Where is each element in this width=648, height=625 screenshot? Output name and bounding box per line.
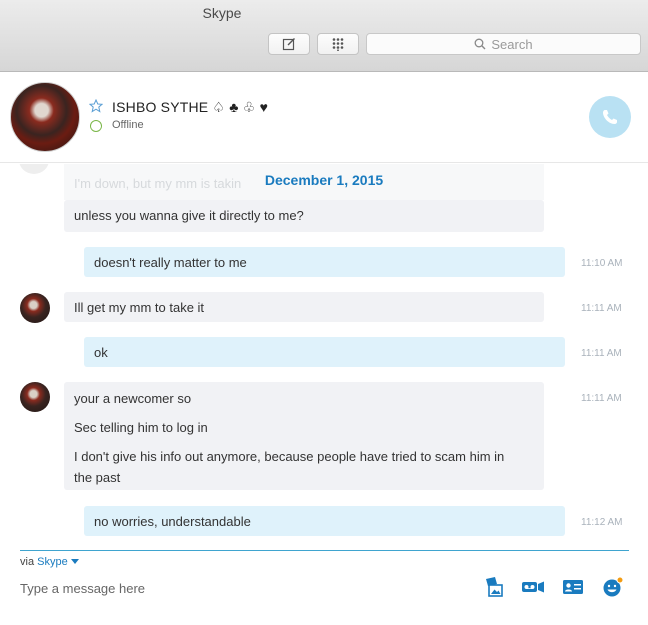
- window-title: Skype: [202, 5, 242, 21]
- message-text: no worries, understandable: [94, 514, 251, 529]
- status-indicator: [90, 120, 102, 132]
- contact-card-icon: [563, 580, 583, 594]
- new-conversation-button[interactable]: [268, 33, 310, 55]
- message-bubble-incoming[interactable]: Ill get my mm to take it: [64, 292, 544, 322]
- message-time: 11:11 AM: [581, 303, 622, 314]
- chat-history[interactable]: I'm down, but my mm is takin December 1,…: [0, 164, 648, 546]
- message-bubble-outgoing[interactable]: doesn't really matter to me: [84, 247, 565, 277]
- message-time: 11:10 AM: [581, 258, 623, 269]
- send-image-button[interactable]: [481, 575, 507, 599]
- chevron-down-icon[interactable]: [70, 559, 79, 565]
- message-text: ok: [94, 345, 108, 360]
- message-text: Sec telling him to log in: [74, 420, 208, 435]
- via-text: via: [20, 556, 35, 568]
- search-placeholder: Search: [491, 36, 533, 52]
- star-icon[interactable]: [89, 99, 103, 113]
- title-bar: Skype Search: [0, 0, 648, 72]
- message-time: 11:12 AM: [581, 517, 623, 528]
- message-text: Ill get my mm to take it: [74, 300, 205, 315]
- dialpad-button[interactable]: [317, 33, 359, 55]
- message-text: your a newcomer so: [74, 391, 192, 406]
- emoticon-icon: [603, 576, 624, 597]
- contact-status: Offline: [112, 119, 144, 131]
- call-button[interactable]: [589, 96, 631, 138]
- send-image-icon: [486, 577, 503, 597]
- compose-icon: [282, 38, 295, 51]
- dialpad-icon: [332, 38, 344, 51]
- search-icon: [474, 38, 486, 50]
- message-composer: via Skype: [0, 548, 648, 625]
- video-message-icon: [522, 581, 544, 593]
- composer-divider: [20, 550, 629, 551]
- contact-avatar[interactable]: [10, 82, 80, 152]
- message-bubble-incoming[interactable]: your a newcomer so Sec telling him to lo…: [64, 382, 544, 490]
- message-bubble-outgoing[interactable]: ok: [84, 337, 565, 367]
- date-separator: December 1, 2015: [264, 172, 384, 188]
- video-message-button[interactable]: [520, 575, 546, 599]
- via-label: via Skype: [20, 556, 79, 568]
- via-skype-link[interactable]: Skype: [37, 556, 68, 568]
- message-input[interactable]: [20, 578, 460, 598]
- message-text: doesn't really matter to me: [94, 255, 247, 270]
- avatar[interactable]: [20, 382, 50, 412]
- contact-header: ISHBO SYTHE ♤ ♣ ♧ ♥ Offline: [0, 73, 648, 163]
- emoticon-button[interactable]: [600, 575, 626, 599]
- message-text: I don't give his info out anymore, becau…: [74, 449, 505, 485]
- avatar[interactable]: [20, 293, 50, 323]
- send-contact-button[interactable]: [560, 575, 586, 599]
- contact-name[interactable]: ISHBO SYTHE ♤ ♣ ♧ ♥: [112, 99, 268, 116]
- phone-icon: [603, 110, 617, 124]
- message-text: unless you wanna give it directly to me?: [74, 208, 304, 223]
- message-time: 11:11 AM: [581, 393, 622, 404]
- search-box[interactable]: Search: [366, 33, 641, 55]
- message-bubble-outgoing[interactable]: no worries, understandable: [84, 506, 565, 536]
- message-time: 11:11 AM: [581, 348, 622, 359]
- message-bubble-incoming[interactable]: unless you wanna give it directly to me?: [64, 200, 544, 232]
